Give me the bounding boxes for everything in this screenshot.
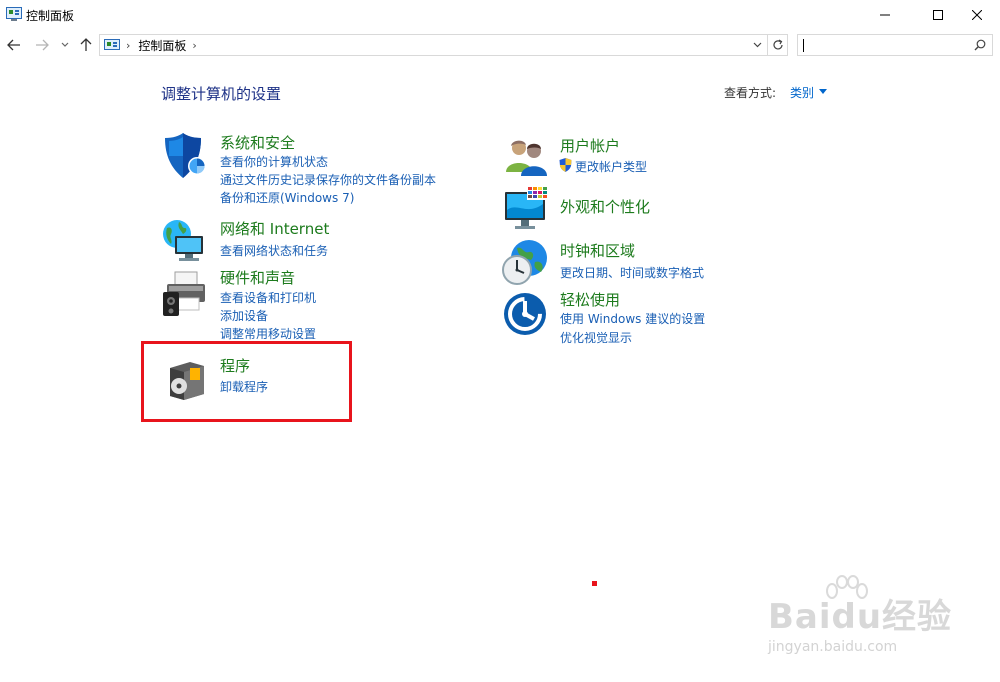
- ease-of-access-icon[interactable]: [503, 292, 551, 340]
- hardware-sound-link[interactable]: 硬件和声音: [220, 267, 295, 288]
- view-network-status-link[interactable]: 查看网络状态和任务: [220, 242, 328, 259]
- text-caret: [803, 39, 804, 52]
- cursor-marker: [592, 581, 597, 586]
- control-panel-icon: [6, 7, 22, 21]
- back-button[interactable]: [4, 34, 24, 56]
- minimize-button[interactable]: [862, 0, 908, 30]
- minimize-icon: [880, 14, 890, 16]
- watermark-url: jingyan.baidu.com: [768, 639, 898, 655]
- mobility-settings-link[interactable]: 调整常用移动设置: [220, 325, 316, 342]
- close-button[interactable]: [954, 0, 1000, 30]
- forward-button[interactable]: [32, 34, 52, 56]
- baidu-watermark: Baidu经验 jingyan.baidu.com: [760, 575, 990, 665]
- breadcrumb-separator[interactable]: ›: [126, 39, 130, 52]
- clock-globe-icon[interactable]: [501, 238, 549, 286]
- title-bar: 控制面板: [0, 0, 1000, 30]
- watermark-brand: Baidu经验: [768, 597, 953, 637]
- recommended-settings-link[interactable]: 使用 Windows 建议的设置: [560, 310, 705, 327]
- view-devices-printers-link[interactable]: 查看设备和打印机: [220, 289, 316, 306]
- search-input[interactable]: [798, 36, 968, 56]
- backup-restore-link[interactable]: 备份和还原(Windows 7): [220, 189, 354, 206]
- network-internet-link[interactable]: 网络和 Internet: [220, 218, 329, 239]
- maximize-icon: [933, 10, 943, 20]
- add-device-link[interactable]: 添加设备: [220, 307, 268, 324]
- ease-of-access-link[interactable]: 轻松使用: [560, 289, 620, 310]
- user-accounts-link[interactable]: 用户帐户: [560, 135, 620, 156]
- chevron-down-icon: [753, 42, 761, 48]
- network-globe-icon[interactable]: [161, 216, 209, 264]
- address-history-button[interactable]: [751, 38, 763, 52]
- close-icon: [972, 10, 982, 20]
- uac-shield-icon: [559, 158, 572, 172]
- refresh-button[interactable]: [768, 34, 788, 56]
- control-panel-icon: [104, 39, 120, 50]
- breadcrumb-separator[interactable]: ›: [192, 39, 196, 52]
- arrow-up-icon: [80, 38, 92, 51]
- change-date-time-format-link[interactable]: 更改日期、时间或数字格式: [560, 264, 704, 281]
- page-title: 调整计算机的设置: [161, 85, 282, 103]
- system-security-link[interactable]: 系统和安全: [220, 132, 295, 153]
- appearance-monitor-icon[interactable]: [503, 186, 551, 234]
- change-account-type-link[interactable]: 更改帐户类型: [575, 158, 647, 175]
- user-accounts-icon[interactable]: [503, 136, 551, 184]
- printer-speaker-icon[interactable]: [161, 270, 209, 318]
- highlight-box: [141, 341, 352, 422]
- address-bar[interactable]: › 控制面板 ›: [99, 34, 768, 56]
- appearance-personalization-link[interactable]: 外观和个性化: [560, 196, 650, 217]
- view-by-dropdown[interactable]: 类别: [790, 84, 814, 101]
- clock-region-link[interactable]: 时钟和区域: [560, 240, 635, 261]
- refresh-icon: [772, 39, 783, 50]
- breadcrumb-item[interactable]: 控制面板: [138, 37, 186, 54]
- security-shield-icon[interactable]: [161, 132, 209, 180]
- window-title: 控制面板: [26, 9, 75, 23]
- view-by-label: 查看方式:: [724, 86, 777, 100]
- optimize-visual-display-link[interactable]: 优化视觉显示: [560, 329, 632, 346]
- up-button[interactable]: [76, 34, 96, 56]
- view-by-dropdown-arrow-icon[interactable]: [819, 89, 827, 94]
- search-box[interactable]: [797, 34, 993, 56]
- recent-locations-button[interactable]: [58, 34, 72, 56]
- check-computer-status-link[interactable]: 查看你的计算机状态: [220, 153, 328, 170]
- file-history-backup-link[interactable]: 通过文件历史记录保存你的文件备份副本: [220, 171, 436, 188]
- arrow-right-icon: [36, 39, 49, 51]
- search-icon[interactable]: [974, 39, 986, 51]
- navigation-bar: › 控制面板 ›: [0, 32, 1000, 58]
- arrow-left-icon: [7, 39, 20, 51]
- chevron-down-icon: [61, 42, 69, 47]
